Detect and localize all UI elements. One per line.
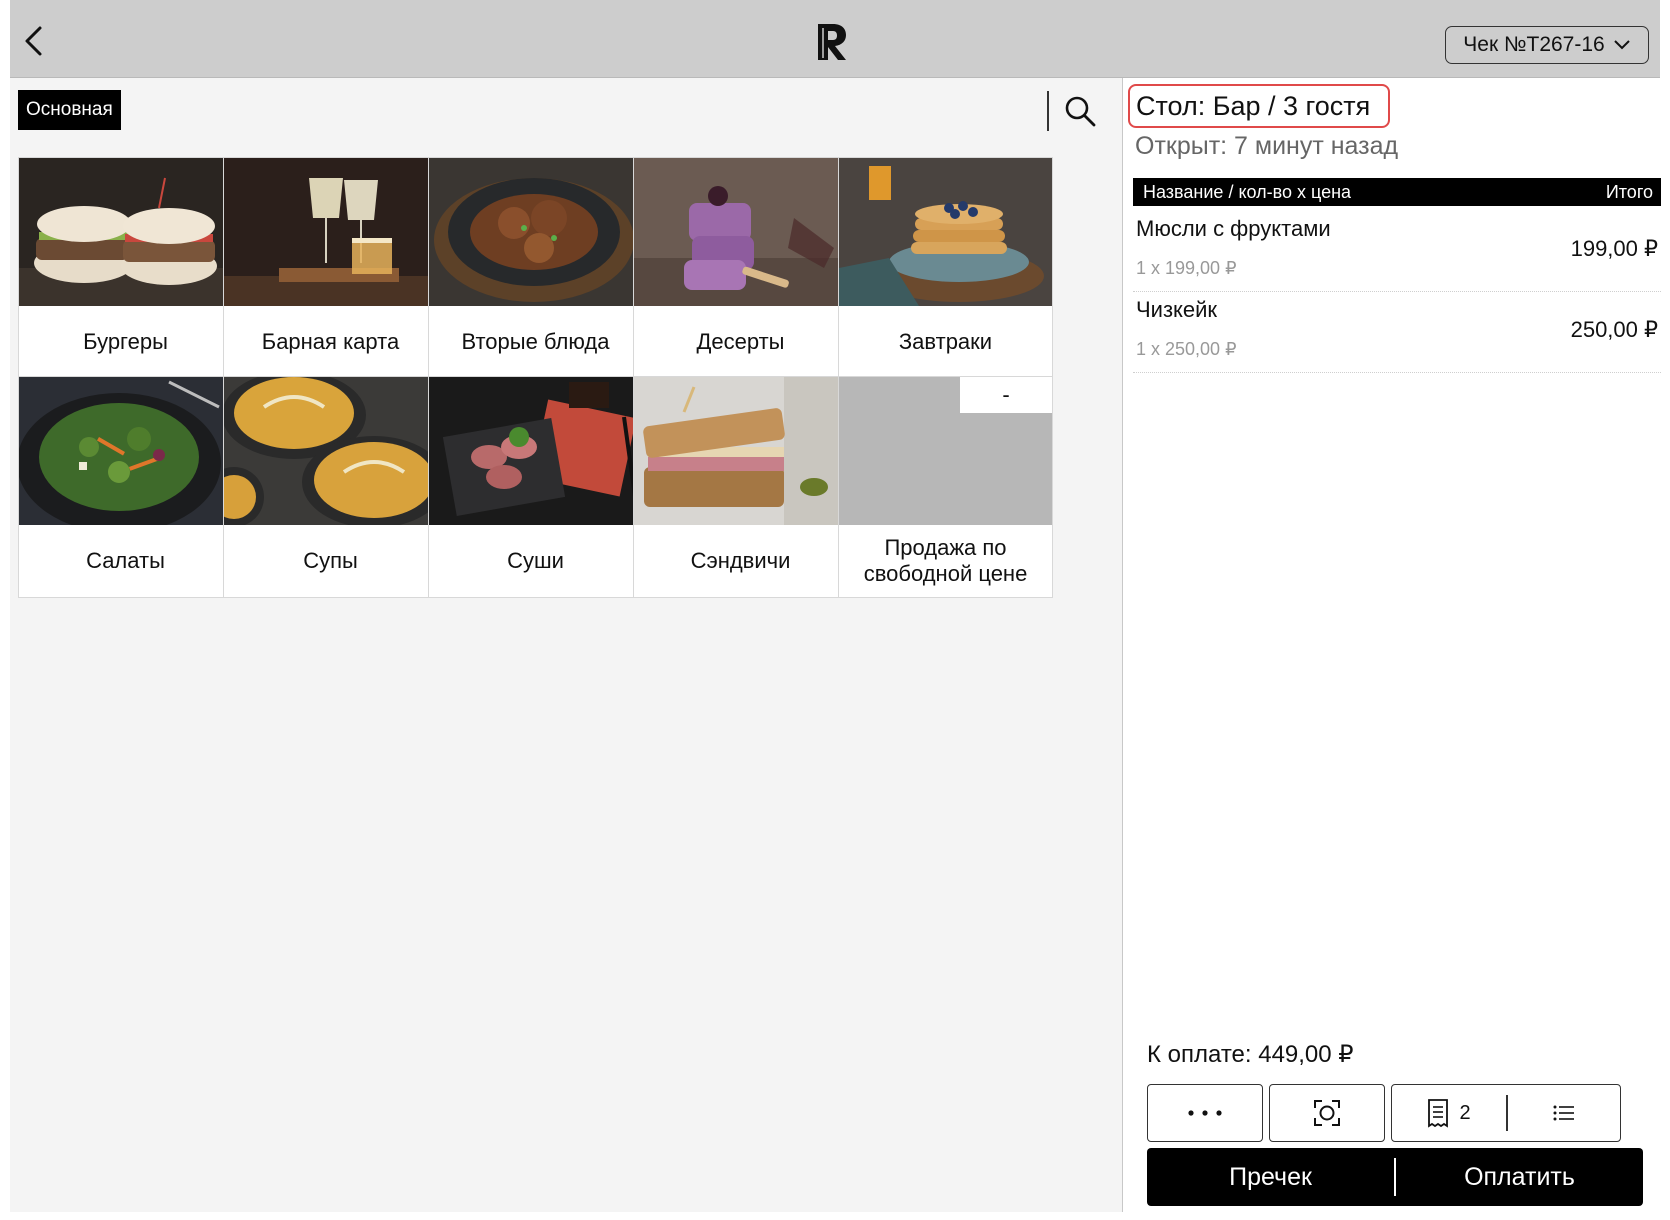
search-button[interactable] <box>1063 94 1097 128</box>
divider <box>1047 91 1049 131</box>
tile-label: Сэндвичи <box>690 548 791 573</box>
soups-image <box>224 377 437 525</box>
order-item-total: 250,00 ₽ <box>1570 317 1658 342</box>
precheck-button[interactable]: Пречек <box>1147 1148 1394 1206</box>
opened-time: Открыт: 7 минут назад <box>1135 132 1399 160</box>
order-item-qty: 1 x 199,00 ₽ <box>1136 258 1237 278</box>
column-name-header: Название / кол-во х цена <box>1143 181 1352 202</box>
order-item-name: Мюсли с фруктами <box>1136 216 1331 241</box>
list-icon <box>1553 1105 1574 1121</box>
brand-logo-icon <box>815 22 849 62</box>
tile-label: Суши <box>507 548 564 573</box>
sushi-image <box>429 377 642 525</box>
menu-tile-breakfasts[interactable]: Завтраки <box>838 157 1053 379</box>
tile-label: Завтраки <box>898 329 993 354</box>
more-dots-icon <box>1188 1110 1222 1116</box>
tile-label: Десерты <box>696 329 785 354</box>
checkout-bar: Пречек Оплатить <box>1147 1148 1643 1206</box>
tile-label: Продажа по свободной цене <box>863 535 1028 586</box>
pay-button[interactable]: Оплатить <box>1396 1148 1643 1206</box>
breakfasts-image <box>839 158 1052 306</box>
list-button[interactable] <box>1508 1085 1621 1141</box>
receipts-group: 2 <box>1391 1084 1621 1142</box>
tile-label: Барная карта <box>261 329 400 354</box>
amount-due: К оплате: 449,00 ₽ <box>1147 1041 1354 1068</box>
tile-label: Супы <box>303 548 358 573</box>
order-panel: Стол: Бар / 3 гостя Открыт: 7 минут наза… <box>1122 78 1661 1212</box>
menu-tile-bar[interactable]: Барная карта <box>223 157 438 379</box>
mains-image <box>429 158 642 306</box>
order-item-name: Чизкейк <box>1136 297 1218 322</box>
menu-tile-burgers[interactable]: Бургеры <box>18 157 233 379</box>
order-table-header: Название / кол-во х цена Итого <box>1133 178 1661 206</box>
bar-image <box>224 158 437 306</box>
order-item[interactable]: Мюсли с фруктами 1 x 199,00 ₽ 199,00 ₽ <box>1133 206 1661 292</box>
tile-label: Салаты <box>86 548 165 573</box>
more-button[interactable] <box>1147 1084 1263 1142</box>
receipts-button[interactable]: 2 <box>1392 1085 1506 1141</box>
chevron-down-icon <box>1614 40 1630 50</box>
tile-label: Бургеры <box>83 329 168 354</box>
search-icon <box>1065 96 1096 127</box>
menu-area: Основная Бургеры Барная карта Вторые блю… <box>10 78 1122 1212</box>
menu-tile-sushi[interactable]: Суши <box>428 376 643 598</box>
free-price-placeholder: - <box>839 377 1052 525</box>
chevron-left-icon <box>25 26 42 56</box>
order-item-qty: 1 x 250,00 ₽ <box>1136 339 1237 359</box>
column-total-header: Итого <box>1605 181 1653 202</box>
tile-label: Вторые блюда <box>461 329 610 354</box>
back-button[interactable] <box>18 24 48 58</box>
menu-tile-desserts[interactable]: Десерты <box>633 157 848 379</box>
receipts-count: 2 <box>1459 1101 1471 1124</box>
menu-tile-free-price[interactable]: - Продажа по свободной цене <box>838 376 1053 598</box>
order-item-total: 199,00 ₽ <box>1570 236 1658 261</box>
menu-tile-mains[interactable]: Вторые блюда <box>428 157 643 379</box>
salads-image <box>19 377 232 525</box>
receipt-icon <box>1428 1099 1449 1128</box>
sandwiches-image <box>634 377 847 525</box>
table-info[interactable]: Стол: Бар / 3 гостя <box>1128 84 1391 128</box>
order-item[interactable]: Чизкейк 1 x 250,00 ₽ 250,00 ₽ <box>1133 287 1661 373</box>
tile-badge: - <box>960 377 1052 413</box>
menu-tile-sandwiches[interactable]: Сэндвичи <box>633 376 848 598</box>
category-tab[interactable]: Основная <box>18 90 121 130</box>
scan-button[interactable] <box>1269 1084 1385 1142</box>
pos-app: Чек №Т267-16 Основная Бургеры Барная кар… <box>10 0 1661 1212</box>
scan-icon <box>1314 1100 1340 1126</box>
desserts-image <box>634 158 847 306</box>
receipt-selector[interactable]: Чек №Т267-16 <box>1445 26 1649 64</box>
menu-tile-salads[interactable]: Салаты <box>18 376 233 598</box>
top-bar: Чек №Т267-16 <box>10 0 1660 78</box>
burgers-image <box>19 158 232 306</box>
menu-tile-soups[interactable]: Супы <box>223 376 438 598</box>
receipt-label: Чек №Т267-16 <box>1463 33 1605 56</box>
